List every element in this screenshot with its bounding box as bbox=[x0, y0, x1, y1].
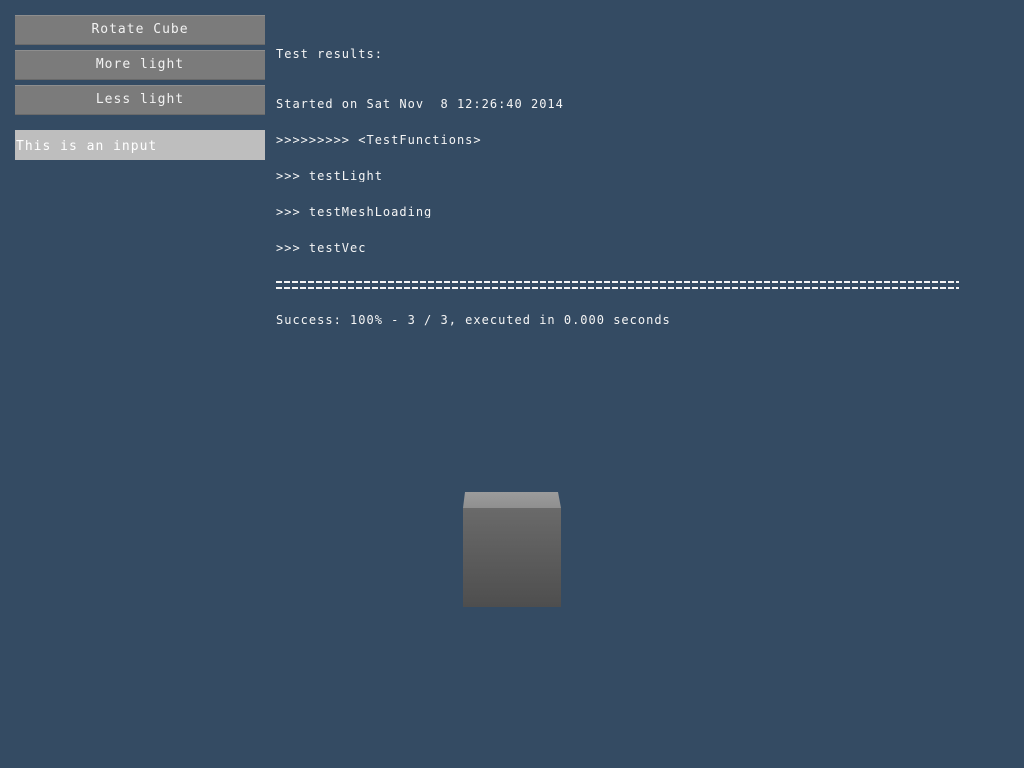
test-results-title: Test results: bbox=[276, 47, 383, 61]
cube-3d bbox=[463, 492, 561, 607]
results-summary-line: Success: 100% - 3 / 3, executed in 0.000… bbox=[276, 314, 671, 326]
cube-front-face bbox=[463, 508, 561, 607]
results-test-vec-line: >>> testVec bbox=[276, 242, 367, 254]
results-suite-line: >>>>>>>>> <TestFunctions> bbox=[276, 134, 482, 146]
render-viewport[interactable]: Rotate Cube More light Less light Test r… bbox=[0, 0, 1024, 768]
cube-top-face bbox=[463, 492, 561, 508]
rotate-cube-button[interactable]: Rotate Cube bbox=[15, 15, 265, 45]
less-light-button[interactable]: Less light bbox=[15, 85, 265, 115]
results-started-line: Started on Sat Nov 8 12:26:40 2014 bbox=[276, 98, 564, 110]
results-test-mesh-loading-line: >>> testMeshLoading bbox=[276, 206, 433, 218]
more-light-button[interactable]: More light bbox=[15, 50, 265, 80]
text-input[interactable] bbox=[15, 130, 265, 160]
results-separator bbox=[276, 281, 959, 289]
results-test-light-line: >>> testLight bbox=[276, 170, 383, 182]
test-results-panel: Test results: Started on Sat Nov 8 12:26… bbox=[276, 24, 959, 350]
